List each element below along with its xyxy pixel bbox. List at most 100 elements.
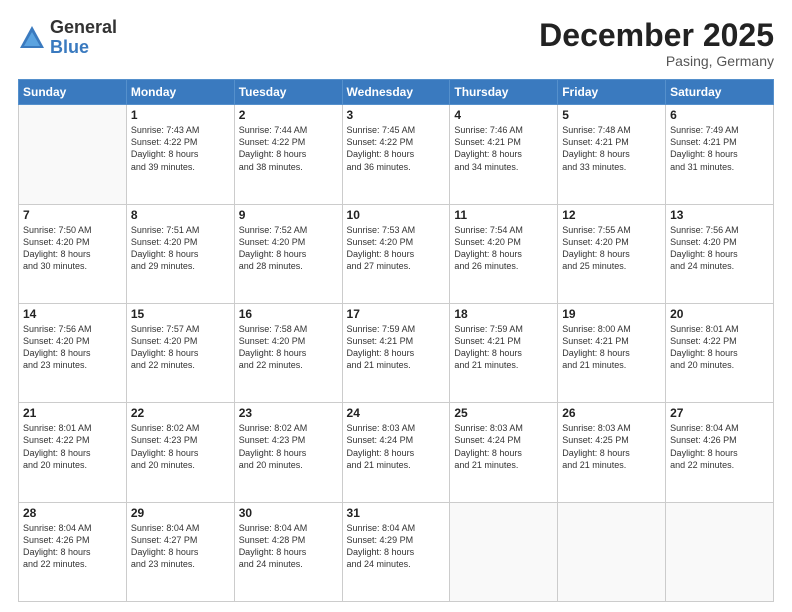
day-number: 10	[347, 208, 446, 222]
table-row: 11Sunrise: 7:54 AM Sunset: 4:20 PM Dayli…	[450, 204, 558, 303]
day-number: 24	[347, 406, 446, 420]
table-row: 6 Sunrise: 7:49 AM Sunset: 4:21 PM Daylig…	[666, 105, 774, 204]
day-info: Sunrise: 7:45 AM Sunset: 4:22 PM Dayligh…	[347, 124, 446, 173]
calendar-body: 1Sunrise: 7:43 AM Sunset: 4:22 PM Daylig…	[19, 105, 774, 602]
day-info: Sunrise: 7:58 AM Sunset: 4:20 PM Dayligh…	[239, 323, 338, 372]
page: General Blue December 2025 Pasing, Germa…	[0, 0, 792, 612]
day-info: Sunrise: 8:01 AM Sunset: 4:22 PM Dayligh…	[23, 422, 122, 471]
header-saturday: Saturday	[666, 80, 774, 105]
header-friday: Friday	[558, 80, 666, 105]
table-row: 28Sunrise: 8:04 AM Sunset: 4:26 PM Dayli…	[19, 502, 127, 601]
table-row: 15Sunrise: 7:57 AM Sunset: 4:20 PM Dayli…	[126, 303, 234, 402]
day-number: 8	[131, 208, 230, 222]
day-number: 18	[454, 307, 553, 321]
day-number: 14	[23, 307, 122, 321]
table-row	[19, 105, 127, 204]
calendar-week-row: 21 Sunrise: 8:01 AM Sunset: 4:22 PM Dayli…	[19, 403, 774, 502]
day-number: 26	[562, 406, 661, 420]
calendar: Sunday Monday Tuesday Wednesday Thursday…	[18, 79, 774, 602]
logo-icon	[18, 24, 46, 52]
logo-general-text: General	[50, 18, 117, 38]
calendar-week-row: 14 Sunrise: 7:56 AM Sunset: 4:20 PM Dayli…	[19, 303, 774, 402]
day-info: Sunrise: 7:51 AM Sunset: 4:20 PM Dayligh…	[131, 224, 230, 273]
table-row: 22Sunrise: 8:02 AM Sunset: 4:23 PM Dayli…	[126, 403, 234, 502]
logo-text: General Blue	[50, 18, 117, 58]
day-info: Sunrise: 7:48 AM Sunset: 4:21 PM Dayligh…	[562, 124, 661, 173]
logo: General Blue	[18, 18, 117, 58]
day-number: 16	[239, 307, 338, 321]
day-info: Sunrise: 7:59 AM Sunset: 4:21 PM Dayligh…	[454, 323, 553, 372]
day-number: 19	[562, 307, 661, 321]
table-row: 8 Sunrise: 7:51 AM Sunset: 4:20 PM Daylig…	[126, 204, 234, 303]
calendar-week-row: 28Sunrise: 8:04 AM Sunset: 4:26 PM Dayli…	[19, 502, 774, 601]
day-number: 11	[454, 208, 553, 222]
day-number: 5	[562, 108, 661, 122]
table-row: 17 Sunrise: 7:59 AM Sunset: 4:21 PM Dayli…	[342, 303, 450, 402]
header: General Blue December 2025 Pasing, Germa…	[18, 18, 774, 69]
day-number: 27	[670, 406, 769, 420]
table-row: 3 Sunrise: 7:45 AM Sunset: 4:22 PM Daylig…	[342, 105, 450, 204]
table-row: 30 Sunrise: 8:04 AM Sunset: 4:28 PM Dayli…	[234, 502, 342, 601]
title-block: December 2025 Pasing, Germany	[539, 18, 774, 69]
month-title: December 2025	[539, 18, 774, 53]
day-info: Sunrise: 8:03 AM Sunset: 4:24 PM Dayligh…	[454, 422, 553, 471]
table-row: 20 Sunrise: 8:01 AM Sunset: 4:22 PM Dayli…	[666, 303, 774, 402]
table-row: 25 Sunrise: 8:03 AM Sunset: 4:24 PM Dayli…	[450, 403, 558, 502]
table-row: 27 Sunrise: 8:04 AM Sunset: 4:26 PM Dayli…	[666, 403, 774, 502]
calendar-week-row: 1Sunrise: 7:43 AM Sunset: 4:22 PM Daylig…	[19, 105, 774, 204]
table-row: 2 Sunrise: 7:44 AM Sunset: 4:22 PM Daylig…	[234, 105, 342, 204]
day-number: 25	[454, 406, 553, 420]
header-sunday: Sunday	[19, 80, 127, 105]
day-number: 31	[347, 506, 446, 520]
day-number: 15	[131, 307, 230, 321]
table-row	[558, 502, 666, 601]
logo-blue-text: Blue	[50, 38, 117, 58]
table-row: 1Sunrise: 7:43 AM Sunset: 4:22 PM Daylig…	[126, 105, 234, 204]
day-info: Sunrise: 7:50 AM Sunset: 4:20 PM Dayligh…	[23, 224, 122, 273]
header-row: Sunday Monday Tuesday Wednesday Thursday…	[19, 80, 774, 105]
day-info: Sunrise: 8:04 AM Sunset: 4:27 PM Dayligh…	[131, 522, 230, 571]
calendar-header: Sunday Monday Tuesday Wednesday Thursday…	[19, 80, 774, 105]
table-row: 21 Sunrise: 8:01 AM Sunset: 4:22 PM Dayli…	[19, 403, 127, 502]
day-info: Sunrise: 7:56 AM Sunset: 4:20 PM Dayligh…	[23, 323, 122, 372]
header-thursday: Thursday	[450, 80, 558, 105]
day-number: 2	[239, 108, 338, 122]
day-number: 12	[562, 208, 661, 222]
day-info: Sunrise: 8:04 AM Sunset: 4:28 PM Dayligh…	[239, 522, 338, 571]
day-info: Sunrise: 8:02 AM Sunset: 4:23 PM Dayligh…	[131, 422, 230, 471]
table-row: 16 Sunrise: 7:58 AM Sunset: 4:20 PM Dayli…	[234, 303, 342, 402]
day-info: Sunrise: 7:59 AM Sunset: 4:21 PM Dayligh…	[347, 323, 446, 372]
day-info: Sunrise: 7:44 AM Sunset: 4:22 PM Dayligh…	[239, 124, 338, 173]
header-tuesday: Tuesday	[234, 80, 342, 105]
day-number: 17	[347, 307, 446, 321]
table-row: 13Sunrise: 7:56 AM Sunset: 4:20 PM Dayli…	[666, 204, 774, 303]
day-number: 20	[670, 307, 769, 321]
day-info: Sunrise: 8:00 AM Sunset: 4:21 PM Dayligh…	[562, 323, 661, 372]
table-row: 4Sunrise: 7:46 AM Sunset: 4:21 PM Daylig…	[450, 105, 558, 204]
day-number: 4	[454, 108, 553, 122]
day-number: 7	[23, 208, 122, 222]
day-info: Sunrise: 8:03 AM Sunset: 4:25 PM Dayligh…	[562, 422, 661, 471]
day-number: 6	[670, 108, 769, 122]
table-row: 9Sunrise: 7:52 AM Sunset: 4:20 PM Daylig…	[234, 204, 342, 303]
day-info: Sunrise: 7:49 AM Sunset: 4:21 PM Dayligh…	[670, 124, 769, 173]
table-row	[666, 502, 774, 601]
day-info: Sunrise: 8:04 AM Sunset: 4:29 PM Dayligh…	[347, 522, 446, 571]
day-number: 9	[239, 208, 338, 222]
header-wednesday: Wednesday	[342, 80, 450, 105]
day-info: Sunrise: 7:43 AM Sunset: 4:22 PM Dayligh…	[131, 124, 230, 173]
table-row: 24Sunrise: 8:03 AM Sunset: 4:24 PM Dayli…	[342, 403, 450, 502]
day-info: Sunrise: 8:04 AM Sunset: 4:26 PM Dayligh…	[23, 522, 122, 571]
table-row: 12Sunrise: 7:55 AM Sunset: 4:20 PM Dayli…	[558, 204, 666, 303]
day-number: 29	[131, 506, 230, 520]
day-info: Sunrise: 8:01 AM Sunset: 4:22 PM Dayligh…	[670, 323, 769, 372]
day-info: Sunrise: 8:02 AM Sunset: 4:23 PM Dayligh…	[239, 422, 338, 471]
day-number: 3	[347, 108, 446, 122]
day-number: 21	[23, 406, 122, 420]
day-number: 30	[239, 506, 338, 520]
table-row: 14 Sunrise: 7:56 AM Sunset: 4:20 PM Dayli…	[19, 303, 127, 402]
table-row: 5 Sunrise: 7:48 AM Sunset: 4:21 PM Daylig…	[558, 105, 666, 204]
day-info: Sunrise: 8:04 AM Sunset: 4:26 PM Dayligh…	[670, 422, 769, 471]
day-info: Sunrise: 7:56 AM Sunset: 4:20 PM Dayligh…	[670, 224, 769, 273]
day-info: Sunrise: 7:53 AM Sunset: 4:20 PM Dayligh…	[347, 224, 446, 273]
